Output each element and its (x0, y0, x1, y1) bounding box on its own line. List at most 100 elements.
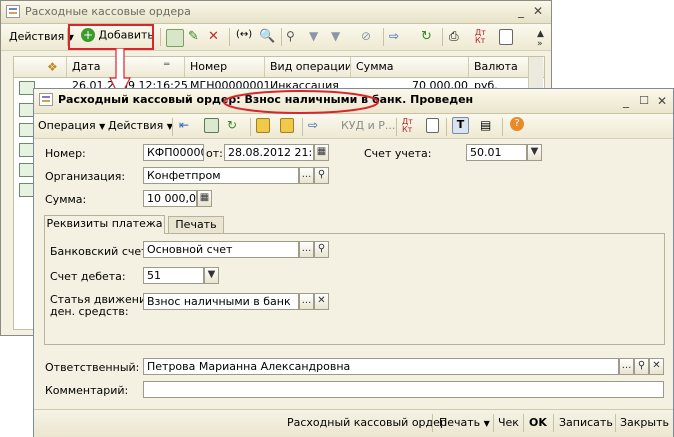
title-status: Проведен (410, 93, 474, 106)
separator (383, 28, 384, 46)
edit-icon[interactable]: ✎ (188, 29, 204, 45)
column-header-number[interactable]: Номер (190, 60, 227, 73)
minimize-icon[interactable]: _ (514, 4, 528, 18)
print-icon[interactable]: ⎙ (449, 29, 465, 45)
responsible-field[interactable]: Петрова Марианна Александровна (143, 358, 619, 375)
structure-icon[interactable]: T (452, 117, 469, 134)
check-button[interactable]: Чек (498, 416, 519, 429)
save-icon[interactable] (204, 118, 219, 133)
print-order-button[interactable]: Расходный кассовый ордер (287, 416, 447, 429)
print-menu-button[interactable]: Печать ▼ (439, 416, 490, 429)
bottom-bar: Расходный кассовый ордер Печать ▼ Чек OK… (34, 409, 673, 437)
select-ellipsis-icon[interactable]: ... (299, 293, 314, 310)
tab-print[interactable]: Печать (168, 216, 224, 234)
filter-icon[interactable]: ⚲ (286, 29, 302, 45)
from-label: от: (206, 147, 223, 160)
close-icon[interactable]: ✕ (531, 4, 545, 18)
filter-by-value-icon[interactable]: ▼ (309, 29, 325, 45)
column-header-currency[interactable]: Валюта (474, 60, 518, 73)
search-icon[interactable]: ⚲ (634, 358, 649, 375)
cashflow-field[interactable]: Взнос наличными в банк (143, 293, 299, 310)
maximize-icon[interactable]: ☐ (637, 94, 651, 108)
bank-account-label: Банковский счет: (50, 245, 152, 258)
search-icon[interactable]: ⚲ (314, 241, 329, 258)
actions-menu[interactable]: Действия ▼ (108, 119, 173, 132)
add-button-highlight (68, 24, 154, 50)
select-ellipsis-icon[interactable]: ... (619, 358, 634, 375)
column-header-date[interactable]: Дата (72, 60, 100, 73)
organization-label: Организация: (45, 170, 126, 183)
document-report-icon[interactable] (426, 118, 439, 133)
table-header: ❖ Дата ═ Номер Вид операции Сумма Валюта (14, 57, 544, 78)
minimize-icon[interactable]: _ (619, 94, 633, 108)
chevron-down-icon[interactable]: ▼ (204, 267, 219, 284)
column-header-operation[interactable]: Вид операции (270, 60, 352, 73)
comment-field[interactable] (143, 381, 664, 398)
document-toolbar: Операция ▼ Действия ▼ ⇤ ↻ ⇨ КУД и Р... Д… (34, 114, 673, 139)
bank-account-field[interactable]: Основной счет (143, 241, 299, 258)
sum-field[interactable]: 10 000,00 (143, 190, 197, 207)
post-icon[interactable] (256, 118, 270, 133)
filter-list-icon[interactable]: ▼ (331, 29, 347, 45)
tab-payment-details[interactable]: Реквизиты платежа (44, 215, 165, 234)
kud-button[interactable]: КУД и Р... (341, 119, 395, 132)
date-field[interactable]: 28.08.2012 21:51: (224, 144, 314, 161)
column-separator (66, 57, 67, 77)
organization-field[interactable]: Конфетпром (143, 167, 299, 184)
clear-icon[interactable]: ✕ (314, 293, 329, 310)
separator (446, 118, 447, 136)
find-icon[interactable]: 🔍 (259, 29, 275, 45)
debit-credit-icon[interactable]: Дт Кт (402, 118, 418, 134)
operation-menu[interactable]: Операция ▼ (38, 119, 105, 132)
calculator-icon[interactable]: ▦ (197, 190, 212, 207)
post-and-close-icon[interactable]: ⇤ (179, 118, 195, 134)
column-header-sum[interactable]: Сумма (356, 60, 394, 73)
debit-credit-icon[interactable]: Дт Кт (475, 29, 491, 45)
separator (523, 414, 524, 432)
cashflow-label-line2: ден. средств: (50, 305, 129, 318)
separator (493, 414, 494, 432)
search-icon[interactable]: ⚲ (314, 167, 329, 184)
more-icon[interactable]: ▲» (537, 29, 553, 49)
copy-icon[interactable] (166, 29, 184, 47)
separator (615, 414, 616, 432)
title-prefix: Расходный кассовый ордер: (58, 93, 241, 106)
clear-filter-icon[interactable]: ⊘ (361, 29, 377, 45)
help-icon[interactable]: ? (510, 117, 524, 131)
comment-label: Комментарий: (45, 384, 129, 397)
post-icon[interactable]: ⇨ (389, 29, 405, 45)
interval-icon[interactable]: (↔) (236, 29, 252, 45)
ok-button[interactable]: OK (529, 416, 547, 429)
refresh-icon[interactable]: ↻ (421, 29, 437, 45)
select-ellipsis-icon[interactable]: ... (299, 167, 314, 184)
column-separator (350, 57, 351, 77)
sum-label: Сумма: (45, 193, 87, 206)
document-window: Расходный кассовый ордер: Взнос наличным… (33, 88, 674, 437)
separator (442, 28, 443, 46)
reread-icon[interactable]: ↻ (227, 118, 243, 134)
select-ellipsis-icon[interactable]: ... (299, 241, 314, 258)
chevron-down-icon[interactable]: ▼ (527, 144, 542, 161)
operation-highlight (223, 90, 379, 114)
separator (502, 118, 503, 136)
journal-icon (6, 5, 20, 18)
unpost-icon[interactable] (280, 118, 294, 133)
sort-icon: ═ (164, 60, 170, 70)
document-icon (39, 93, 53, 106)
save-button[interactable]: Записать (559, 416, 613, 429)
account-field[interactable]: 50.01 (466, 144, 527, 161)
separator (396, 118, 397, 136)
close-icon[interactable]: ✕ (655, 94, 669, 108)
list-settings-icon[interactable]: ▤ (480, 118, 496, 134)
clear-icon[interactable]: ✕ (649, 358, 664, 375)
based-on-icon[interactable]: ⇨ (308, 118, 324, 134)
debit-account-field[interactable]: 51 (143, 267, 204, 284)
delete-icon[interactable]: ✕ (208, 29, 224, 45)
list-window-title-bar: Расходные кассовые ордера _ ✕ (1, 1, 551, 24)
actions-menu[interactable]: Действия ▼ (9, 30, 74, 43)
document-icon[interactable] (499, 29, 513, 45)
separator (281, 28, 282, 46)
close-button[interactable]: Закрыть (620, 416, 669, 429)
calendar-icon[interactable]: ▦ (314, 144, 329, 161)
number-field[interactable]: КФП000000 (143, 144, 204, 161)
